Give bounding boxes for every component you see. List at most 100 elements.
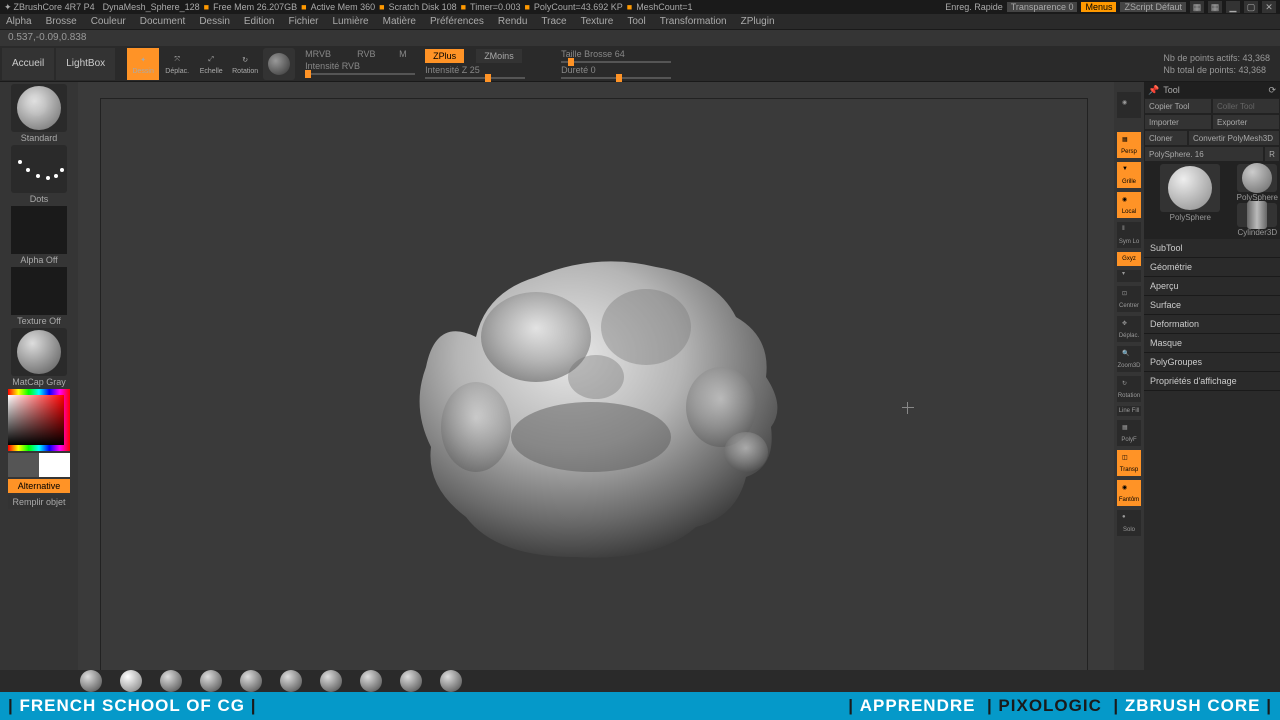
brush-size-slider[interactable] — [561, 61, 671, 63]
menu-preferences[interactable]: Préférences — [430, 16, 484, 27]
menu-texture[interactable]: Texture — [581, 16, 614, 27]
tool-thumb-cylinder[interactable]: Cylinder3D — [1237, 203, 1278, 237]
alpha-selector[interactable]: Alpha Off — [8, 206, 70, 265]
layout-icon[interactable]: ▦ — [1190, 1, 1204, 13]
zplus-button[interactable]: ZPlus — [425, 49, 464, 63]
brush-preset[interactable] — [320, 670, 342, 692]
material-selector[interactable]: MatCap Gray — [8, 328, 70, 387]
tool-panel-header[interactable]: 📌Tool⟳ — [1144, 82, 1280, 98]
menu-rendu[interactable]: Rendu — [498, 16, 527, 27]
rotate-view-button[interactable]: ↻Rotation — [1117, 376, 1141, 402]
polysphere-field[interactable]: PolySphere. 16 — [1144, 146, 1264, 162]
section-preview[interactable]: Aperçu — [1144, 277, 1280, 296]
close-icon[interactable]: ✕ — [1262, 1, 1276, 13]
texture-selector[interactable]: Texture Off — [8, 267, 70, 326]
brush-preset[interactable] — [120, 670, 142, 692]
brush-preset[interactable] — [280, 670, 302, 692]
move-view-button[interactable]: ✥Déplac. — [1117, 316, 1141, 342]
polyf-button[interactable]: ▦PolyF — [1117, 420, 1141, 446]
menu-dessin[interactable]: Dessin — [199, 16, 230, 27]
bpr-button[interactable]: ◉ — [1117, 92, 1141, 118]
maximize-icon[interactable]: ▢ — [1244, 1, 1258, 13]
z-intensity-slider[interactable] — [425, 77, 525, 79]
xyz-button[interactable]: ▾ — [1117, 270, 1141, 282]
paste-tool-button[interactable]: Coller Tool — [1212, 98, 1280, 114]
menu-edition[interactable]: Edition — [244, 16, 275, 27]
lightbox-button[interactable]: LightBox — [56, 48, 115, 80]
section-deformation[interactable]: Deformation — [1144, 315, 1280, 334]
convert-polymesh-button[interactable]: Convertir PolyMesh3D — [1188, 130, 1280, 146]
brush-preset[interactable] — [240, 670, 262, 692]
brush-preset[interactable] — [360, 670, 382, 692]
transp-button[interactable]: ◫Transp — [1117, 450, 1141, 476]
color-swatches[interactable] — [8, 453, 70, 477]
polycount: PolyCount=43.692 KP — [534, 2, 623, 12]
zmoins-button[interactable]: ZMoins — [476, 49, 522, 63]
hardness-slider[interactable] — [561, 77, 671, 79]
brush-selector[interactable]: Standard — [8, 84, 70, 143]
draw-mode-button[interactable]: ✦Dessin — [127, 48, 159, 80]
solo-button[interactable]: ●Solo — [1117, 510, 1141, 536]
frame-button[interactable]: ⊡Centrer — [1117, 286, 1141, 312]
export-button[interactable]: Exporter — [1212, 114, 1280, 130]
menu-fichier[interactable]: Fichier — [288, 16, 318, 27]
import-button[interactable]: Importer — [1144, 114, 1212, 130]
app-icon: ✦ — [4, 2, 12, 13]
rgb-intensity-slider[interactable] — [305, 73, 415, 75]
viewport[interactable] — [78, 82, 1114, 692]
menu-zplugin[interactable]: ZPlugin — [741, 16, 775, 27]
zscript-button[interactable]: ZScript Défaut — [1120, 2, 1186, 12]
section-geometry[interactable]: Géométrie — [1144, 258, 1280, 277]
m-toggle[interactable]: M — [399, 49, 419, 59]
transparency-toggle[interactable]: Transparence 0 — [1007, 2, 1078, 12]
menu-couleur[interactable]: Couleur — [91, 16, 126, 27]
quick-save[interactable]: Enreg. Rapide — [945, 2, 1003, 12]
menu-matiere[interactable]: Matière — [383, 16, 416, 27]
home-button[interactable]: Accueil — [2, 48, 54, 80]
rotate-mode-button[interactable]: ↻Rotation — [229, 48, 261, 80]
persp-button[interactable]: ▦Persp — [1117, 132, 1141, 158]
tool-thumb-current[interactable]: PolySphere — [1146, 164, 1235, 237]
brush-preset[interactable] — [440, 670, 462, 692]
layout2-icon[interactable]: ▦ — [1208, 1, 1222, 13]
linefill-button[interactable]: Line Fill — [1117, 406, 1141, 416]
floor-button[interactable]: ▼Grille — [1117, 162, 1141, 188]
local-button[interactable]: ◉Local — [1117, 192, 1141, 218]
brush-preset[interactable] — [200, 670, 222, 692]
menu-lumiere[interactable]: Lumière — [332, 16, 368, 27]
symlock-button[interactable]: ⦀Sym Lo — [1117, 222, 1141, 248]
zoom3d-button[interactable]: 🔍Zoom3D — [1117, 346, 1141, 372]
section-polygroups[interactable]: PolyGroupes — [1144, 353, 1280, 372]
rvb-toggle[interactable]: RVB — [357, 49, 387, 59]
menu-trace[interactable]: Trace — [541, 16, 566, 27]
color-picker[interactable] — [8, 389, 70, 451]
r-button[interactable]: R — [1264, 146, 1280, 162]
menus-toggle[interactable]: Menus — [1081, 2, 1116, 12]
gxyz-button[interactable]: Gxyz — [1117, 252, 1141, 266]
ghost-button[interactable]: ◉Fantôm — [1117, 480, 1141, 506]
scale-mode-button[interactable]: ⤢Echelle — [195, 48, 227, 80]
section-display[interactable]: Propriétés d'affichage — [1144, 372, 1280, 391]
section-subtool[interactable]: SubTool — [1144, 239, 1280, 258]
brush-preset[interactable] — [160, 670, 182, 692]
mrvb-toggle[interactable]: MRVB — [305, 49, 345, 59]
menu-tool[interactable]: Tool — [627, 16, 645, 27]
tool-thumb-polysphere[interactable]: PolySphere — [1237, 164, 1278, 202]
brush-preset[interactable] — [400, 670, 422, 692]
clone-button[interactable]: Cloner — [1144, 130, 1188, 146]
menu-document[interactable]: Document — [140, 16, 186, 27]
fill-object-button[interactable]: Remplir objet — [8, 495, 70, 509]
move-mode-button[interactable]: ⤧Déplac. — [161, 48, 193, 80]
stroke-selector[interactable]: Dots — [8, 145, 70, 204]
menu-alpha[interactable]: Alpha — [6, 16, 32, 27]
menu-brosse[interactable]: Brosse — [46, 16, 77, 27]
refresh-icon[interactable]: ⟳ — [1268, 85, 1276, 96]
brush-preset[interactable] — [80, 670, 102, 692]
minimize-icon[interactable]: ▁ — [1226, 1, 1240, 13]
alternative-button[interactable]: Alternative — [8, 479, 70, 493]
sphere-preview[interactable] — [263, 48, 295, 80]
copy-tool-button[interactable]: Copier Tool — [1144, 98, 1212, 114]
section-mask[interactable]: Masque — [1144, 334, 1280, 353]
menu-transformation[interactable]: Transformation — [660, 16, 727, 27]
section-surface[interactable]: Surface — [1144, 296, 1280, 315]
